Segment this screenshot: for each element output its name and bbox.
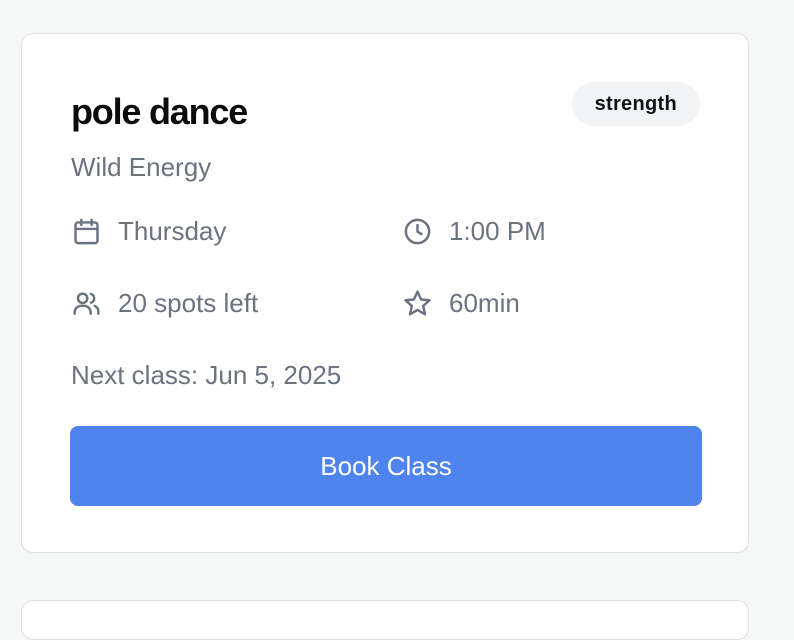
class-day-label: Thursday [118,216,227,246]
calendar-icon [70,215,102,247]
next-class-date: Next class: Jun 5, 2025 [71,360,342,390]
spots-left: 20 spots left [70,287,258,319]
next-class-card [21,600,749,640]
studio-name: Wild Energy [71,152,212,182]
class-day: Thursday [70,215,226,247]
users-icon [70,287,102,319]
class-title: pole dance [71,91,248,132]
spots-left-label: 20 spots left [118,288,259,318]
class-time-label: 1:00 PM [449,216,546,246]
star-icon [401,287,433,319]
category-badge: strength [571,82,700,126]
class-time: 1:00 PM [401,215,546,247]
clock-icon [401,215,433,247]
class-duration: 60min [401,287,520,319]
book-class-button[interactable]: Book Class [70,426,702,506]
class-duration-label: 60min [449,288,520,318]
class-card: pole dance strength Wild Energy Thursday… [21,33,749,553]
